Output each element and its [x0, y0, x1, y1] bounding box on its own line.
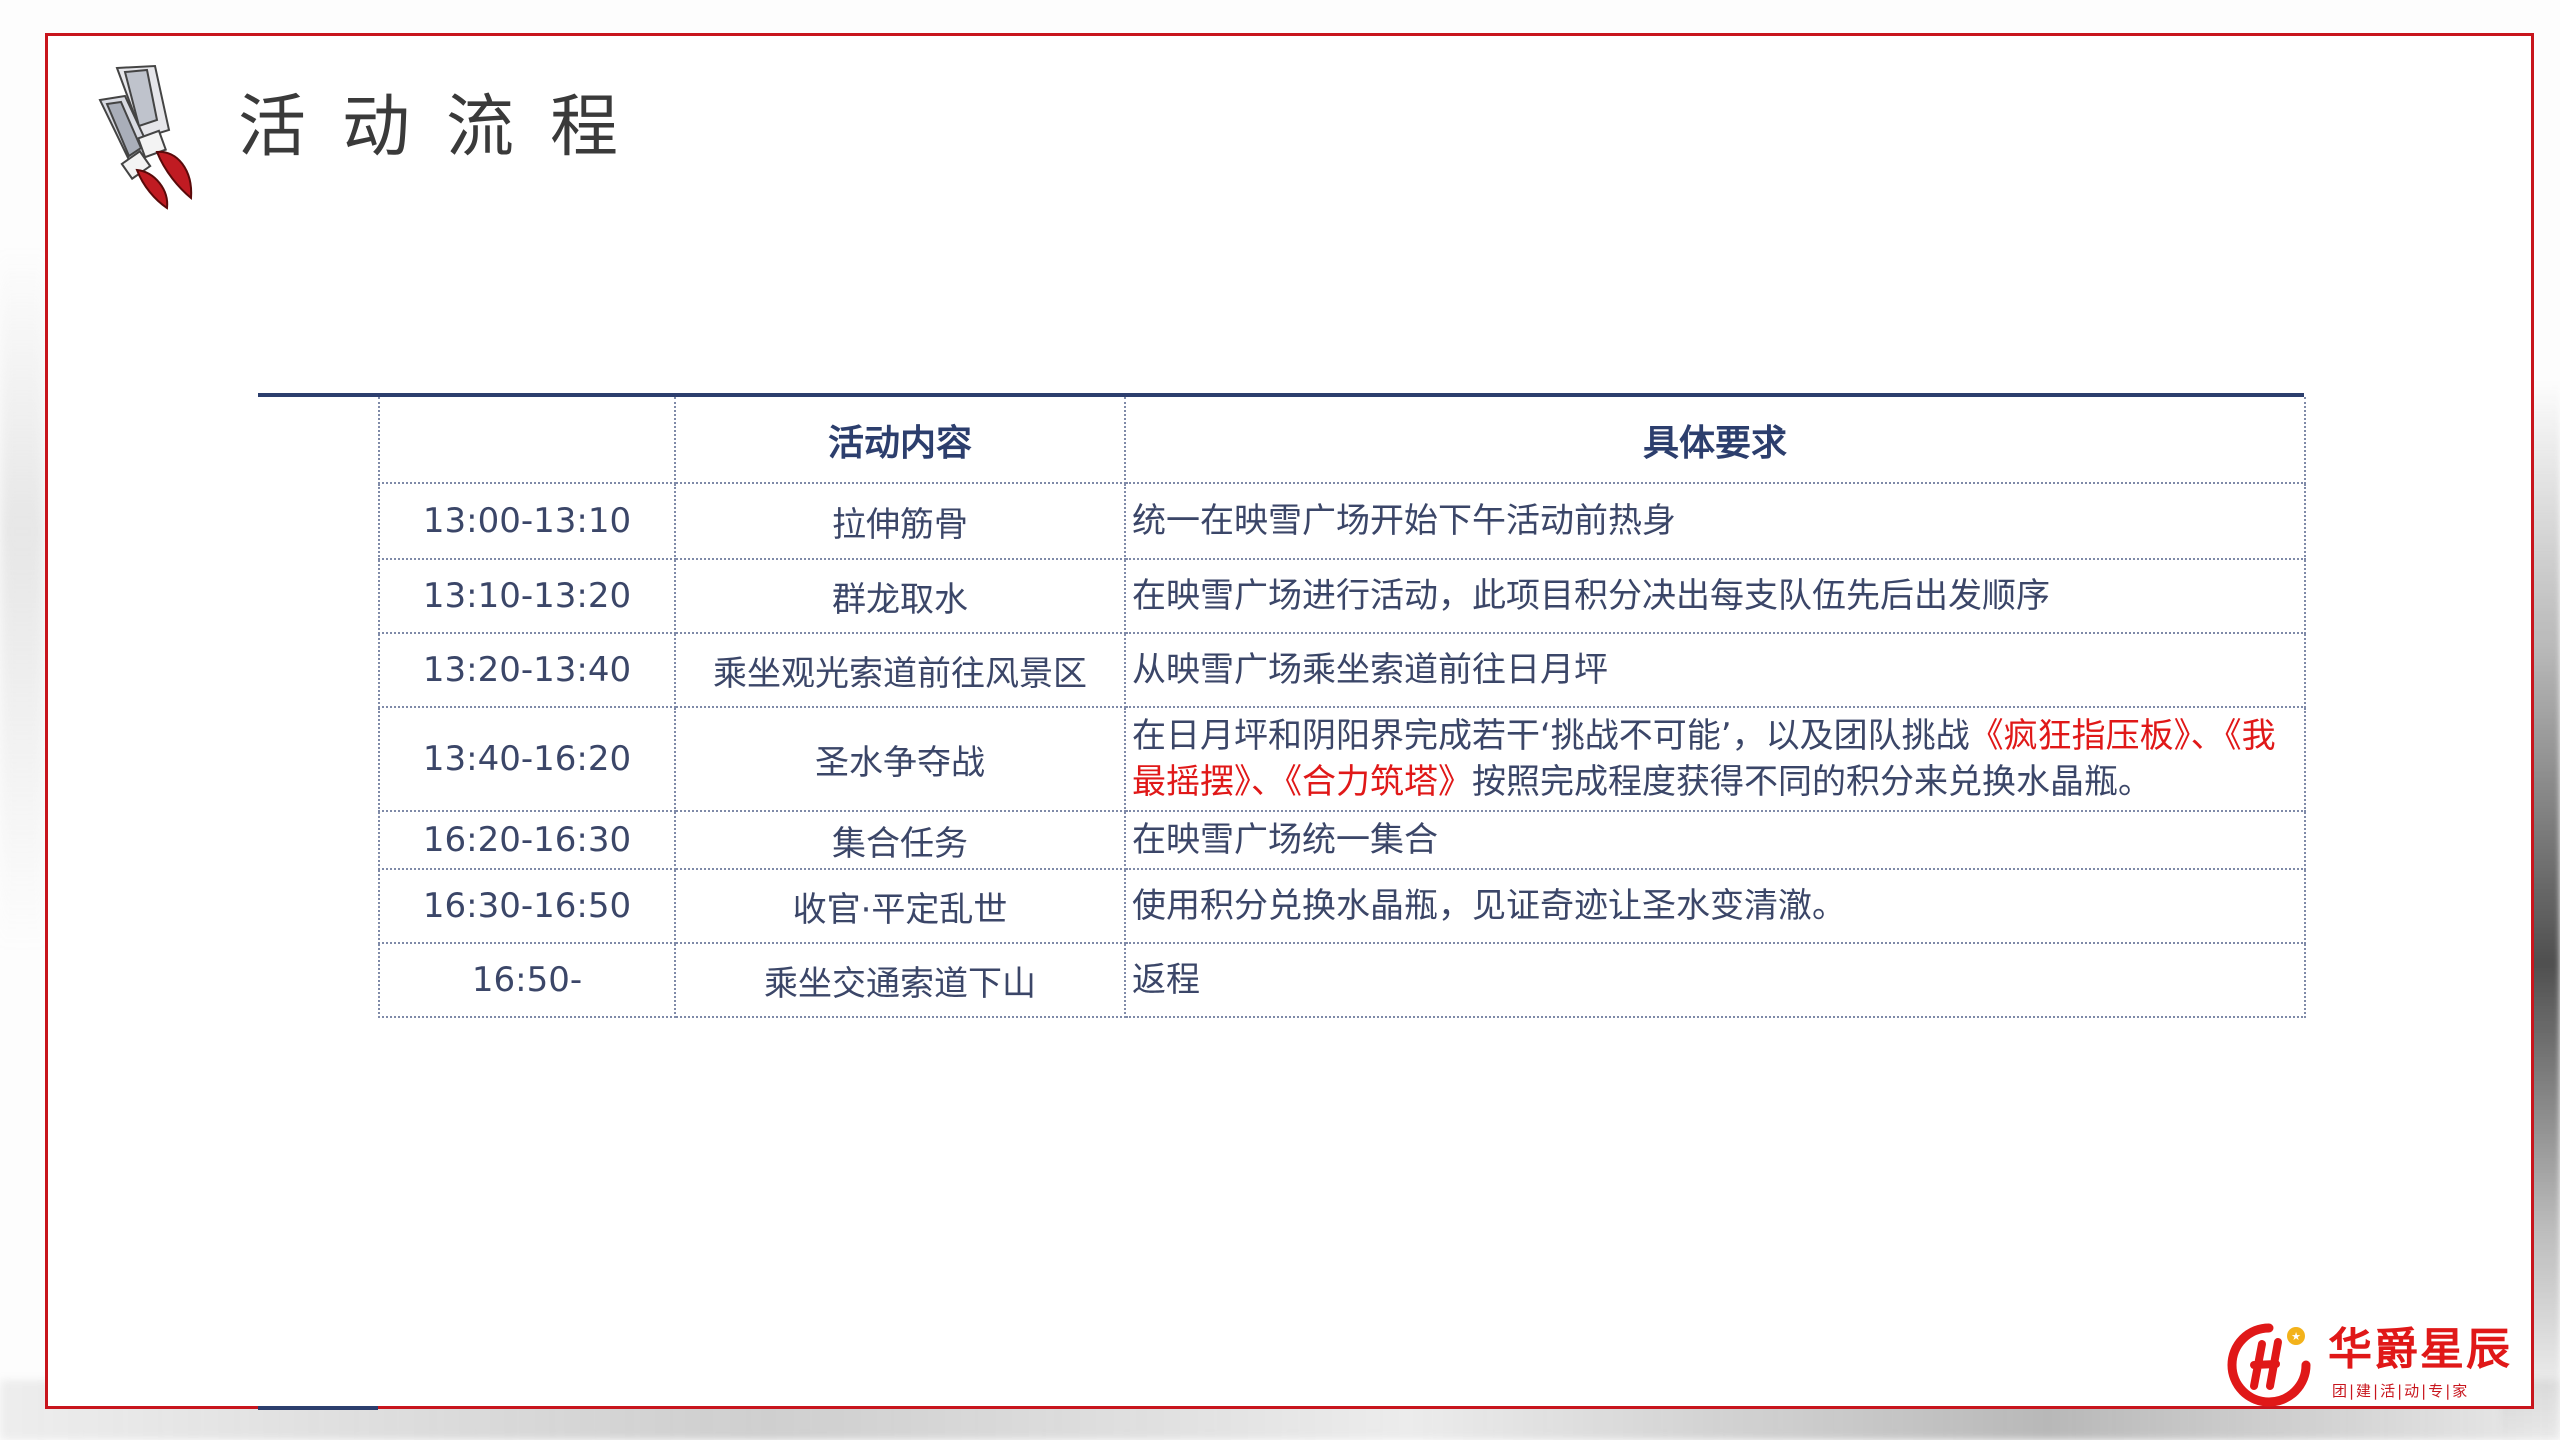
requirement-text: 从映雪广场乘坐索道前往日月坪 — [1132, 650, 1608, 690]
row-activity: 乘坐交通索道下山 — [674, 942, 1126, 1018]
table-row: 16:20-16:30 集合任务 在映雪广场统一集合 — [378, 810, 2306, 870]
row-activity: 圣水争夺战 — [674, 706, 1126, 812]
row-requirement: 从映雪广场乘坐索道前往日月坪 — [1124, 632, 2306, 708]
row-activity: 群龙取水 — [674, 558, 1126, 634]
row-activity: 拉伸筋骨 — [674, 482, 1126, 560]
row-requirement: 返程 — [1124, 942, 2306, 1018]
row-time: 13:20-13:40 — [378, 632, 676, 708]
row-requirement: 统一在映雪广场开始下午活动前热身 — [1124, 482, 2306, 560]
row-activity: 集合任务 — [674, 810, 1126, 870]
row-activity: 收官·平定乱世 — [674, 868, 1126, 944]
row-time: 16:30-16:50 — [378, 868, 676, 944]
requirement-text: 按照完成程度获得不同的积分来兑换水晶瓶。 — [1472, 762, 2152, 802]
requirement-text: 在日月坪和阴阳界完成若干‘挑战不可能’，以及团队挑战 — [1132, 716, 1970, 756]
header-activity: 活动内容 — [674, 397, 1126, 484]
header-requirement: 具体要求 — [1124, 397, 2306, 484]
requirement-text: 在映雪广场统一集合 — [1132, 820, 1438, 860]
row-requirement: 在映雪广场进行活动，此项目积分决出每支队伍先后出发顺序 — [1124, 558, 2306, 634]
row-activity: 乘坐观光索道前往风景区 — [674, 632, 1126, 708]
row-requirement: 使用积分兑换水晶瓶，见证奇迹让圣水变清澈。 — [1124, 868, 2306, 944]
table-left-rule — [258, 1406, 378, 1410]
ink-wash-left — [0, 250, 45, 950]
svg-text:★: ★ — [2291, 1330, 2301, 1343]
slide-page: 活动流程 活动内容 具体要求 13:00-13:10 拉伸筋骨 统一在映雪广场开始下… — [0, 0, 2560, 1440]
row-requirement: 在日月坪和阴阳界完成若干‘挑战不可能’，以及团队挑战《疯狂指压板》、《我最摇摆》… — [1124, 706, 2306, 812]
schedule-table: 活动内容 具体要求 13:00-13:10 拉伸筋骨 统一在映雪广场开始下午活动前热… — [378, 397, 2306, 1018]
logo-name: 华爵星辰 — [2328, 1324, 2512, 1375]
requirement-text: 使用积分兑换水晶瓶，见证奇迹让圣水变清澈。 — [1132, 886, 1846, 926]
table-row: 13:20-13:40 乘坐观光索道前往风景区 从映雪广场乘坐索道前往日月坪 — [378, 632, 2306, 708]
table-row: 13:40-16:20 圣水争夺战 在日月坪和阴阳界完成若干‘挑战不可能’，以及团队… — [378, 706, 2306, 812]
row-time: 13:00-13:10 — [378, 482, 676, 560]
logo-tagline: 团|建|活|动|专|家 — [2332, 1382, 2470, 1400]
table-row: 13:00-13:10 拉伸筋骨 统一在映雪广场开始下午活动前热身 — [378, 482, 2306, 560]
requirement-text: 在映雪广场进行活动，此项目积分决出每支队伍先后出发顺序 — [1132, 576, 2050, 616]
row-time: 16:50- — [378, 942, 676, 1018]
header-time — [378, 397, 676, 484]
brand-logo: ★ 华爵星辰 团|建|活|动|专|家 — [2224, 1320, 2524, 1410]
row-time: 13:10-13:20 — [378, 558, 676, 634]
row-time: 13:40-16:20 — [378, 706, 676, 812]
table-row: 16:30-16:50 收官·平定乱世 使用积分兑换水晶瓶，见证奇迹让圣水变清澈。 — [378, 868, 2306, 944]
row-requirement: 在映雪广场统一集合 — [1124, 810, 2306, 870]
table-row: 16:50- 乘坐交通索道下山 返程 — [378, 942, 2306, 1018]
requirement-text: 返程 — [1132, 960, 1200, 1000]
huajue-logo-icon: ★ — [2227, 1323, 2311, 1407]
requirement-text: 统一在映雪广场开始下午活动前热身 — [1132, 501, 1676, 541]
page-title: 活动流程 — [238, 88, 655, 167]
paintbrush-crossed-icon — [98, 64, 193, 210]
table-row: 13:10-13:20 群龙取水 在映雪广场进行活动，此项目积分决出每支队伍先后出发… — [378, 558, 2306, 634]
row-time: 16:20-16:30 — [378, 810, 676, 870]
table-header-row: 活动内容 具体要求 — [378, 397, 2306, 484]
